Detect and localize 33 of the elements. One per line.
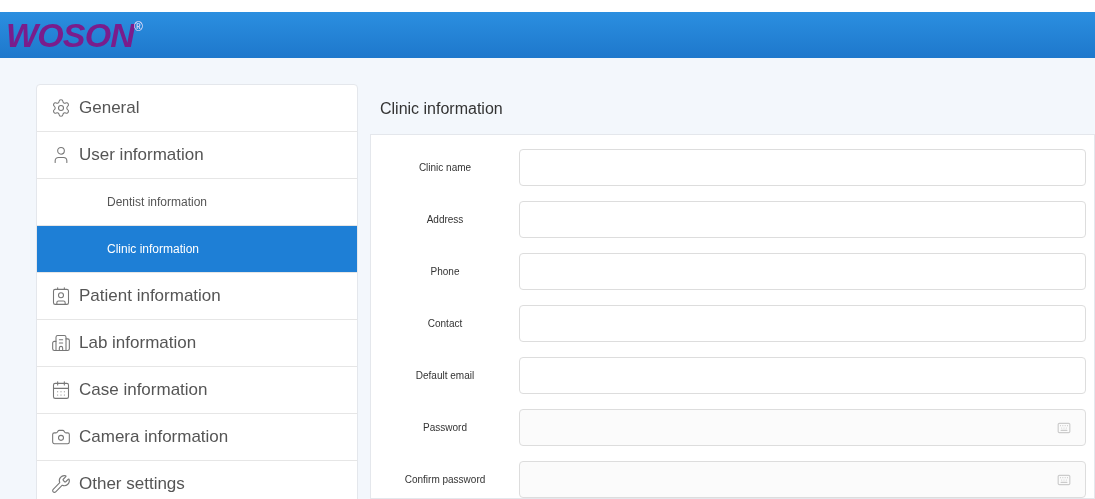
field-label: Contact — [426, 317, 464, 331]
sidebar-item[interactable]: Case information — [37, 367, 357, 414]
contact-card-icon — [51, 286, 71, 306]
input-field[interactable] — [519, 253, 1086, 290]
sidebar-item[interactable]: Camera information — [37, 414, 357, 461]
panel-title: Clinic information — [379, 99, 504, 119]
input-field[interactable] — [519, 357, 1086, 394]
sidebar-item[interactable]: Lab information — [37, 320, 357, 367]
sidebar-subitem[interactable]: Clinic information — [37, 226, 357, 273]
settings-icon — [51, 98, 71, 118]
field-label: Password — [422, 421, 468, 435]
sidebar-item[interactable]: Patient information — [37, 273, 357, 320]
camera-icon — [51, 427, 71, 447]
building-icon — [51, 333, 71, 353]
keyboard-icon[interactable] — [1057, 472, 1071, 487]
field-label: Default email — [414, 369, 476, 383]
input-field[interactable] — [519, 305, 1086, 342]
field-label: Clinic name — [417, 161, 473, 175]
registered-mark: ® — [133, 19, 143, 34]
input-field[interactable] — [519, 201, 1086, 238]
wrench-icon — [51, 474, 71, 494]
input-field[interactable] — [519, 149, 1086, 186]
sidebar-item[interactable]: General — [37, 85, 357, 132]
logo: WOSON — [6, 18, 134, 52]
keyboard-icon[interactable] — [1057, 420, 1071, 435]
field-label: Address — [425, 213, 465, 227]
sidebar-item[interactable]: Other settings — [37, 461, 357, 499]
password-field[interactable] — [519, 409, 1086, 446]
field-label: Phone — [429, 265, 461, 279]
field-label: Confirm password — [403, 473, 487, 487]
sidebar-item[interactable]: User information — [37, 132, 357, 179]
calendar-icon — [51, 380, 71, 400]
password-field[interactable] — [519, 461, 1086, 498]
